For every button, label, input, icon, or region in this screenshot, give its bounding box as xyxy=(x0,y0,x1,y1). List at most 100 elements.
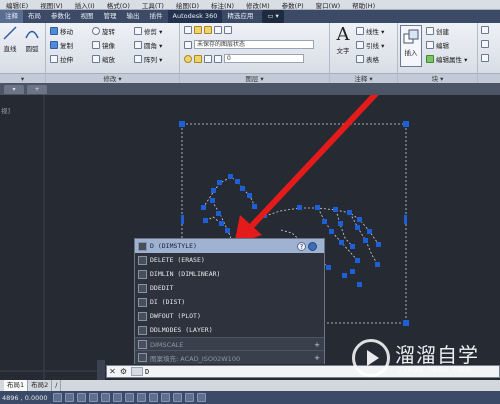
menu-tools[interactable]: 工具(T) xyxy=(136,0,170,10)
tab-view[interactable]: 视图 xyxy=(76,10,99,23)
ribbon-toggle-button[interactable]: ▭ ▾ xyxy=(262,10,284,23)
grid-icon[interactable] xyxy=(65,393,75,402)
grip[interactable] xyxy=(403,320,409,326)
layer-tools-row xyxy=(184,26,234,34)
autocomplete-item-ddedit[interactable]: DDEDIT xyxy=(135,281,324,295)
stretch-button[interactable]: 拉伸 xyxy=(50,54,73,64)
grip[interactable] xyxy=(179,121,185,127)
current-layer-dropdown[interactable]: 0 xyxy=(184,54,304,63)
tab-layout2[interactable]: 布局2 xyxy=(28,380,53,391)
clipboard-panel-label[interactable] xyxy=(478,73,500,83)
dyn-icon[interactable] xyxy=(149,393,159,402)
scale-label: 缩放 xyxy=(102,56,115,64)
menu-dimension[interactable]: 标注(N) xyxy=(205,0,240,10)
autocomplete-section-dimscale[interactable]: DIMSCALE + xyxy=(135,337,324,351)
tab-autodesk-360[interactable]: Autodesk 360 xyxy=(167,10,223,23)
draw-panel-label[interactable]: ▾ xyxy=(0,73,45,83)
transparency-icon[interactable] xyxy=(173,393,183,402)
modify-panel-label[interactable]: 修改 ▾ xyxy=(46,73,179,83)
block-panel-label[interactable]: 块 ▾ xyxy=(398,73,477,83)
autocomplete-item-dimlin[interactable]: DIMLIN (DIMLINEAR) xyxy=(135,267,324,281)
tab-layout[interactable]: 布局 xyxy=(23,10,46,23)
layers-panel-label[interactable]: 图层 ▾ xyxy=(180,73,329,83)
paste-button[interactable] xyxy=(481,40,491,48)
scale-button[interactable]: 缩放 xyxy=(92,54,115,64)
plot-icon xyxy=(138,311,147,321)
autocomplete-item-dwfout[interactable]: DWFOUT (PLOT) xyxy=(135,309,324,323)
menu-insert[interactable]: 插入(I) xyxy=(69,0,101,10)
text-button[interactable]: A 文字 xyxy=(332,24,354,56)
snap-icon[interactable] xyxy=(53,393,63,402)
menu-view[interactable]: 视图(V) xyxy=(34,0,69,10)
autocomplete-item-dimstyle[interactable]: D (DIMSTYLE) ? xyxy=(135,239,324,253)
menu-edit[interactable]: 编辑(E) xyxy=(0,0,34,10)
command-line-grip[interactable] xyxy=(97,360,105,380)
polar-icon[interactable] xyxy=(89,393,99,402)
menu-format[interactable]: 格式(O) xyxy=(101,0,136,10)
settings-icon[interactable]: ⚙ xyxy=(118,366,129,377)
command-input[interactable]: D xyxy=(145,368,149,376)
tab-annotate[interactable]: 注释 xyxy=(0,10,23,23)
copy-icon xyxy=(50,41,58,49)
move-button[interactable]: 移动 xyxy=(50,26,73,36)
grip[interactable] xyxy=(404,215,407,224)
autocomplete-section-hatch[interactable]: 图案填充: ACAD_ISO02W100 + xyxy=(135,350,324,364)
autocomplete-item-ddlmodes[interactable]: DDLMODES (LAYER) xyxy=(135,323,324,337)
tab-layout1[interactable]: 布局1 xyxy=(4,380,29,391)
quick-properties-icon[interactable] xyxy=(185,393,195,402)
tab-featured-apps[interactable]: 精选应用 xyxy=(222,10,258,23)
menu-help[interactable]: 帮助(H) xyxy=(346,0,381,10)
autocomplete-item-delete[interactable]: DELETE (ERASE) xyxy=(135,253,324,267)
file-tab[interactable]: ▾ xyxy=(4,84,24,94)
menu-draw[interactable]: 绘图(D) xyxy=(170,0,205,10)
line-button[interactable]: 直线 xyxy=(0,25,20,53)
expand-icon[interactable]: + xyxy=(314,354,320,362)
clipboard-button[interactable] xyxy=(481,26,491,34)
grip[interactable] xyxy=(403,121,409,127)
trim-button[interactable]: 修剪 ▾ xyxy=(134,26,162,36)
help-icon[interactable]: ? xyxy=(297,241,306,251)
copy-button[interactable]: 复制 xyxy=(50,40,73,50)
osnap-icon[interactable] xyxy=(101,393,111,402)
menu-parametric[interactable]: 参数(P) xyxy=(276,0,310,10)
leader-button[interactable]: 引线 ▾ xyxy=(356,40,384,50)
match-button[interactable] xyxy=(481,54,491,62)
insert-block-button[interactable]: 插入 xyxy=(400,25,422,67)
copy-label: 复制 xyxy=(60,42,73,50)
autocomplete-item-dist[interactable]: DI (DIST) xyxy=(135,295,324,309)
create-block-button[interactable]: 创建 xyxy=(426,26,449,36)
layer-properties-icon[interactable] xyxy=(184,26,192,34)
rotate-button[interactable]: 旋转 xyxy=(92,26,115,36)
fillet-button[interactable]: 圆角 ▾ xyxy=(134,40,162,50)
linear-dim-button[interactable]: 线性 ▾ xyxy=(356,26,384,36)
close-icon[interactable]: ✕ xyxy=(107,366,118,377)
table-button[interactable]: 表格 xyxy=(356,54,379,64)
new-file-tab[interactable]: + xyxy=(27,84,47,94)
web-search-icon[interactable] xyxy=(308,241,317,251)
tab-plugins[interactable]: 插件 xyxy=(145,10,168,23)
ducs-icon[interactable] xyxy=(137,393,147,402)
3d-osnap-icon[interactable] xyxy=(113,393,123,402)
text-a-icon: A xyxy=(336,24,350,45)
expand-icon[interactable]: + xyxy=(314,341,320,349)
edit-block-button[interactable]: 编辑 xyxy=(426,40,449,50)
tab-manage[interactable]: 管理 xyxy=(99,10,122,23)
grip[interactable] xyxy=(181,215,184,224)
layer-state-dropdown[interactable]: 未保存的图层状态 xyxy=(184,40,314,49)
lineweight-icon[interactable] xyxy=(161,393,171,402)
annotation-panel-label[interactable]: 注释 ▾ xyxy=(330,73,397,83)
ortho-icon[interactable] xyxy=(77,393,87,402)
otrack-icon[interactable] xyxy=(125,393,135,402)
arc-button[interactable]: 圆弧 xyxy=(20,25,44,53)
tab-output[interactable]: 输出 xyxy=(122,10,145,23)
menu-window[interactable]: 窗口(W) xyxy=(310,0,347,10)
edit-attributes-button[interactable]: 编辑属性 ▾ xyxy=(426,54,467,64)
selection-cycling-icon[interactable] xyxy=(197,393,207,402)
add-layout-button[interactable]: / xyxy=(52,380,62,391)
array-button[interactable]: 阵列 ▾ xyxy=(134,54,162,64)
mirror-button[interactable]: 镜像 xyxy=(92,40,115,50)
move-icon xyxy=(50,27,58,35)
menu-modify[interactable]: 修改(M) xyxy=(240,0,276,10)
tab-parametric[interactable]: 参数化 xyxy=(46,10,76,23)
command-prompt-icon[interactable] xyxy=(131,367,143,376)
